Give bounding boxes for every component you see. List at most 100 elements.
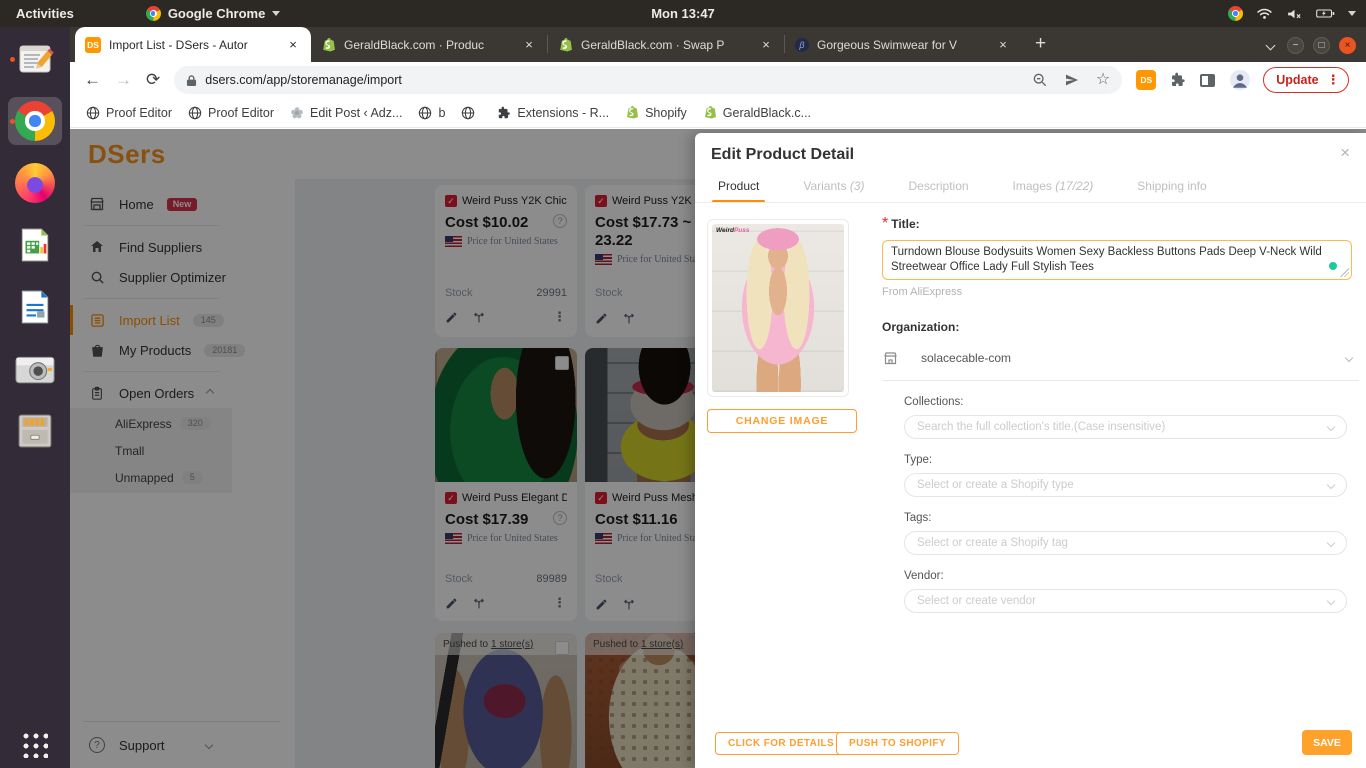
- chrome-update-button[interactable]: Update ⋮: [1263, 67, 1348, 93]
- close-tab-icon[interactable]: ×: [758, 37, 774, 53]
- tab-description[interactable]: Description: [909, 179, 969, 203]
- dock: [0, 27, 70, 768]
- firefox-icon: [15, 163, 55, 203]
- close-modal-icon[interactable]: ×: [1340, 143, 1350, 163]
- close-tab-icon[interactable]: ×: [521, 37, 537, 53]
- system-tray[interactable]: [1228, 0, 1356, 27]
- chevron-down-icon: [1327, 423, 1335, 431]
- bookmarks-bar: Proof Editor Proof Editor Edit Post ‹ Ad…: [70, 98, 1366, 128]
- window-controls: − □ ×: [1267, 37, 1356, 54]
- bookmark-star-icon[interactable]: ☆: [1096, 72, 1110, 88]
- screen: Activities Google Chrome Mon 13:47: [0, 0, 1366, 768]
- dock-item-file-archive[interactable]: [8, 407, 62, 455]
- show-applications-button[interactable]: [22, 732, 48, 758]
- lock-icon: [186, 74, 197, 87]
- chrome-tray-icon[interactable]: [1228, 6, 1243, 21]
- extensions-puzzle-icon[interactable]: [1170, 72, 1186, 88]
- new-tab-button[interactable]: +: [1035, 33, 1046, 55]
- tab-variants[interactable]: Variants (3): [803, 179, 864, 203]
- push-to-shopify-button[interactable]: PUSH TO SHOPIFY: [836, 732, 959, 755]
- shopify-favicon: [558, 37, 573, 53]
- vendor-select[interactable]: Select or create vendor: [904, 589, 1347, 613]
- vendor-label: Vendor:: [904, 570, 1352, 582]
- bookmark-shopify[interactable]: Shopify: [625, 105, 687, 120]
- running-indicator: [10, 57, 15, 62]
- battery-icon: [1316, 7, 1335, 20]
- side-panel-icon[interactable]: [1200, 74, 1215, 87]
- bookmark-geraldblack[interactable]: GeraldBlack.c...: [703, 105, 811, 120]
- tags-select[interactable]: Select or create a Shopify tag: [904, 531, 1347, 555]
- globe-icon: [461, 106, 475, 120]
- collections-placeholder: Search the full collection's title.(Case…: [917, 421, 1165, 433]
- dock-item-firefox[interactable]: [8, 159, 62, 207]
- shopify-icon: [703, 105, 717, 120]
- product-photo-pink-bodysuit: [712, 224, 844, 392]
- tab-geraldblack-swap[interactable]: GeraldBlack.com · Swap P ×: [548, 27, 784, 62]
- product-main-image[interactable]: WeirdPuss: [707, 219, 849, 397]
- type-select[interactable]: Select or create a Shopify type: [904, 473, 1347, 497]
- dsers-extension-icon[interactable]: DS: [1136, 70, 1156, 90]
- dock-item-camera[interactable]: [8, 345, 62, 393]
- dock-item-libreoffice-writer[interactable]: [8, 283, 62, 331]
- maximize-button[interactable]: □: [1313, 37, 1330, 54]
- tab-shipping-info[interactable]: Shipping info: [1137, 179, 1206, 203]
- title-label: *Title:: [882, 215, 1352, 233]
- chevron-down-icon: [1327, 481, 1335, 489]
- flower-icon: [290, 106, 304, 120]
- resize-handle[interactable]: [1340, 268, 1349, 277]
- edit-product-modal: Edit Product Detail × Product Variants (…: [695, 133, 1366, 768]
- tab-images[interactable]: Images (17/22): [1013, 179, 1094, 203]
- back-button[interactable]: ←: [84, 70, 101, 90]
- modal-tabs: Product Variants (3) Description Images …: [718, 179, 1207, 203]
- ubuntu-top-bar: Activities Google Chrome Mon 13:47: [0, 0, 1366, 27]
- forward-button[interactable]: →: [115, 70, 132, 90]
- tab-search-chevron-icon[interactable]: [1266, 41, 1276, 51]
- clock[interactable]: Mon 13:47: [0, 6, 1366, 21]
- tab-geraldblack-products[interactable]: GeraldBlack.com · Produc ×: [311, 27, 547, 62]
- tab-title: Import List - DSers - Autor: [109, 38, 277, 52]
- dock-item-chrome[interactable]: [8, 97, 62, 145]
- reload-button[interactable]: ⟳: [146, 70, 160, 90]
- close-tab-icon[interactable]: ×: [285, 37, 301, 53]
- minimize-button[interactable]: −: [1287, 37, 1304, 54]
- tags-label: Tags:: [904, 512, 1352, 524]
- tab-product[interactable]: Product: [718, 179, 759, 203]
- store-select[interactable]: solacecable-com: [882, 350, 1352, 366]
- bookmark-proof-editor-2[interactable]: Proof Editor: [188, 106, 274, 120]
- close-tab-icon[interactable]: ×: [995, 37, 1011, 53]
- bookmark-b[interactable]: b: [418, 106, 445, 120]
- close-window-button[interactable]: ×: [1339, 37, 1356, 54]
- collections-select[interactable]: Search the full collection's title.(Case…: [904, 415, 1347, 439]
- bookmark-edit-post[interactable]: Edit Post ‹ Adz...: [290, 106, 402, 120]
- chevron-down-icon: [1345, 354, 1353, 362]
- chevron-down-icon: [1348, 11, 1356, 16]
- tab-gorgeous-swimwear[interactable]: β Gorgeous Swimwear for V ×: [785, 27, 1021, 62]
- tab-title: GeraldBlack.com · Produc: [344, 38, 513, 52]
- bookmark-proof-editor-1[interactable]: Proof Editor: [86, 106, 172, 120]
- zoom-out-icon[interactable]: [1032, 72, 1048, 88]
- libreoffice-calc-icon: [16, 226, 54, 264]
- title-input[interactable]: Turndown Blouse Bodysuits Women Sexy Bac…: [882, 240, 1352, 280]
- browser-menu-icon[interactable]: ⋮: [1327, 72, 1340, 88]
- globe-icon: [418, 106, 432, 120]
- tab-strip: DS Import List - DSers - Autor × GeraldB…: [70, 27, 1366, 62]
- wifi-icon: [1256, 7, 1273, 20]
- puzzle-icon: [497, 106, 511, 120]
- bookmark-extensions[interactable]: Extensions - R...: [497, 106, 609, 120]
- source-note: From AliExpress: [882, 286, 1352, 298]
- dsers-favicon: DS: [85, 37, 101, 53]
- type-label: Type:: [904, 454, 1352, 466]
- update-label: Update: [1276, 73, 1318, 87]
- dsers-page: DSers Home New Find Suppliers: [70, 129, 1366, 768]
- profile-avatar[interactable]: [1229, 69, 1251, 91]
- send-icon[interactable]: [1064, 72, 1080, 88]
- click-for-details-button[interactable]: CLICK FOR DETAILS: [715, 732, 847, 755]
- bookmark-globe[interactable]: [461, 106, 481, 120]
- change-image-button[interactable]: CHANGE IMAGE: [707, 409, 857, 433]
- save-button[interactable]: SAVE: [1302, 730, 1352, 755]
- shopify-favicon: [321, 37, 336, 53]
- address-bar[interactable]: dsers.com/app/storemanage/import ☆: [174, 66, 1122, 94]
- dock-item-text-editor[interactable]: [8, 35, 62, 83]
- tab-import-list[interactable]: DS Import List - DSers - Autor ×: [75, 27, 311, 62]
- dock-item-libreoffice-calc[interactable]: [8, 221, 62, 269]
